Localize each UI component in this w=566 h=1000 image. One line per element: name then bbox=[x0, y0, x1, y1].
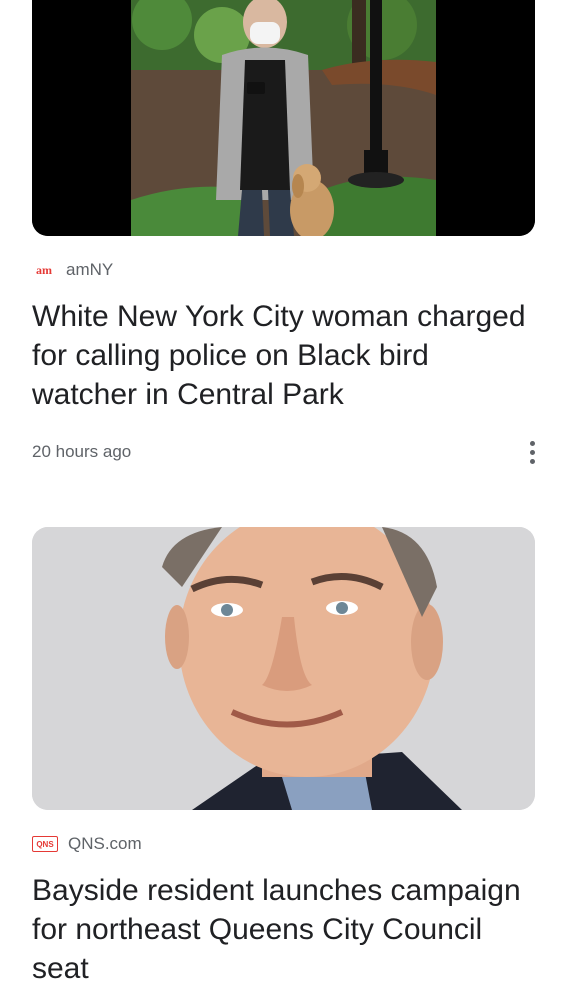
amny-logo-icon: am bbox=[32, 263, 56, 277]
news-card[interactable]: QNS QNS.com Bayside resident launches ca… bbox=[0, 500, 566, 1000]
article-time: 20 hours ago bbox=[32, 442, 132, 461]
qns-logo-icon: QNS bbox=[32, 836, 58, 852]
source-name: amNY bbox=[66, 260, 114, 279]
more-vert-icon[interactable] bbox=[520, 437, 544, 467]
park-photo bbox=[32, 0, 535, 236]
dot bbox=[529, 440, 535, 446]
source-row[interactable]: QNS QNS.com bbox=[32, 834, 142, 854]
article-headline[interactable]: White New York City woman charged for ca… bbox=[32, 297, 542, 414]
news-card[interactable]: am amNY White New York City woman charge… bbox=[0, 0, 566, 500]
dot bbox=[529, 458, 535, 464]
source-name: QNS.com bbox=[68, 834, 142, 853]
portrait-photo bbox=[32, 527, 535, 810]
article-image[interactable] bbox=[32, 527, 535, 810]
source-logo-text: am bbox=[36, 262, 52, 277]
source-logo-text: QNS bbox=[36, 839, 54, 849]
article-image[interactable] bbox=[32, 0, 535, 236]
source-row[interactable]: am amNY bbox=[32, 260, 113, 280]
article-headline[interactable]: Bayside resident launches campaign for n… bbox=[32, 871, 542, 988]
dot bbox=[529, 449, 535, 455]
